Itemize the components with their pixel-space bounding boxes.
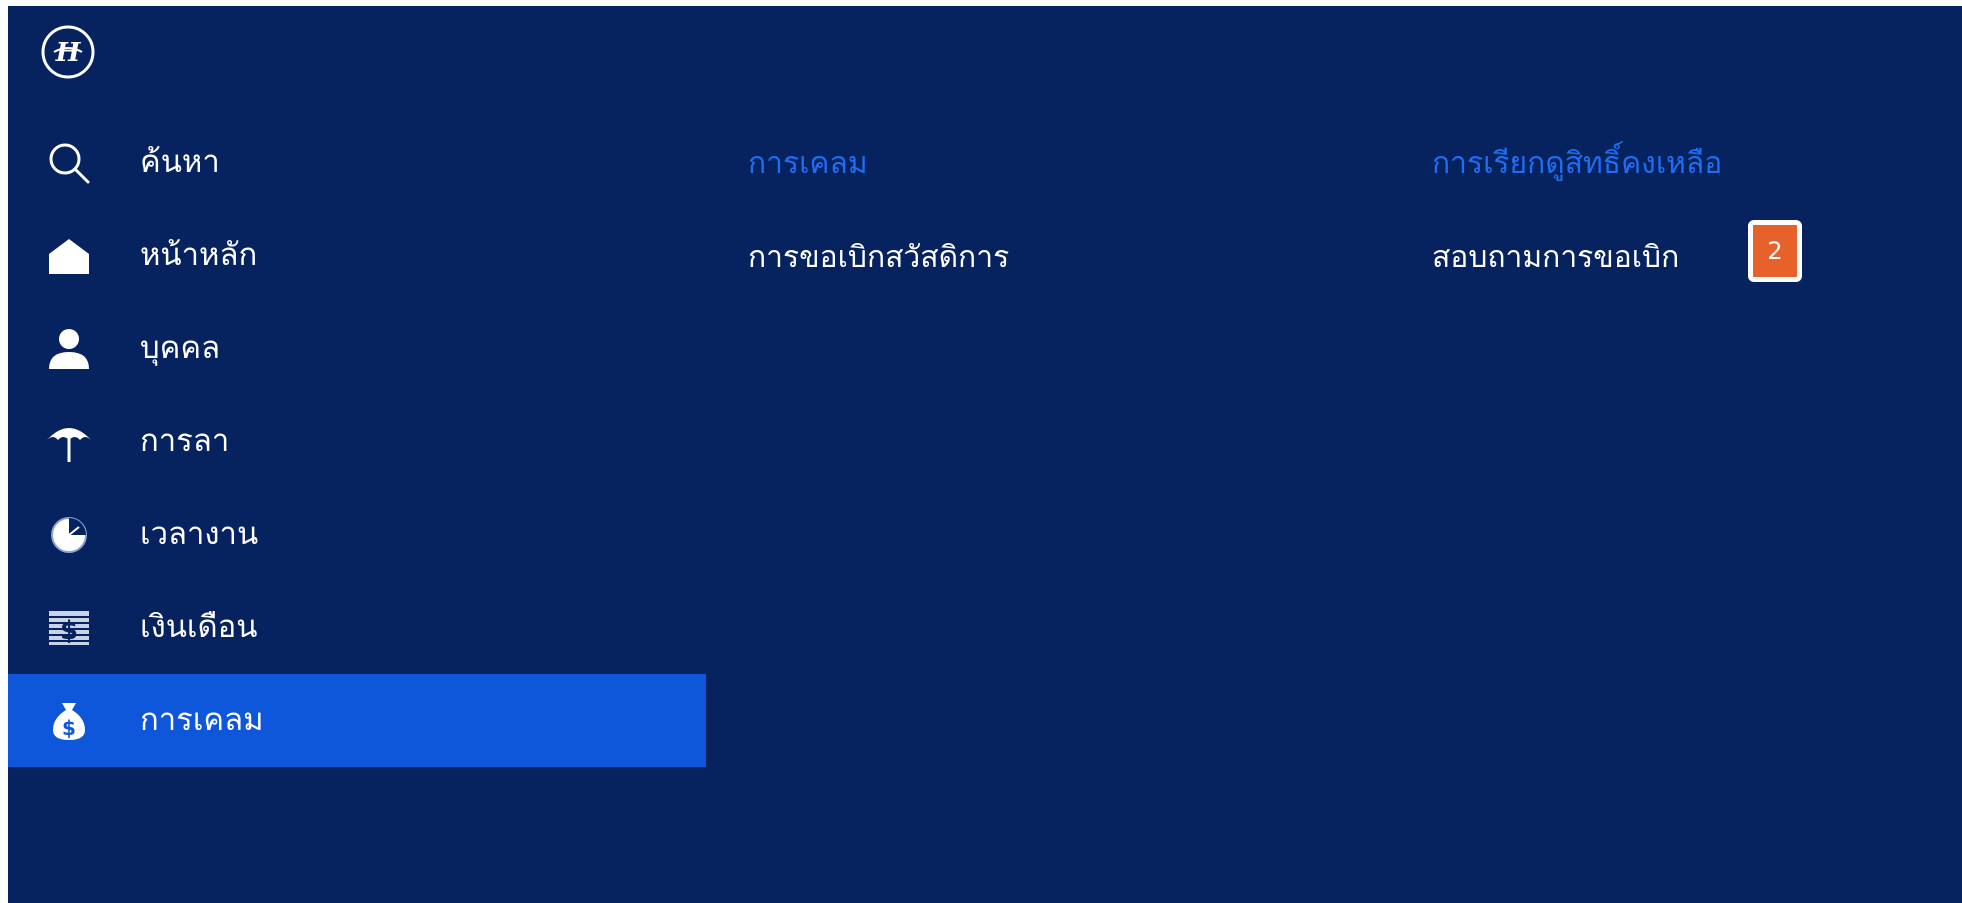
sidebar-item-salary[interactable]: $ เงินเดือน xyxy=(8,581,706,674)
sidebar-item-home[interactable]: หน้าหลัก xyxy=(8,209,706,302)
svg-text:H: H xyxy=(55,38,82,68)
section-title-remaining-entitlement: การเรียกดูสิทธิ์คงเหลือ xyxy=(1432,146,1723,181)
sidebar-item-label: เงินเดือน xyxy=(140,609,258,645)
sidebar-item-label: หน้าหลัก xyxy=(140,237,258,273)
home-icon xyxy=(44,231,94,281)
section-title-claim: การเคลม xyxy=(748,146,868,181)
salary-icon: $ xyxy=(44,603,94,653)
svg-text:$: $ xyxy=(62,716,76,740)
sidebar-item-search[interactable]: ค้นหา xyxy=(8,116,706,209)
company-logo-icon[interactable]: H xyxy=(38,22,98,82)
inquiry-request-link[interactable]: สอบถามการขอเบิก xyxy=(1432,234,1679,281)
sidebar-item-label: การลา xyxy=(140,423,230,459)
svg-text:$: $ xyxy=(60,616,78,646)
sidebar-item-label: บุคคล xyxy=(140,330,221,366)
sidebar-item-person[interactable]: บุคคล xyxy=(8,302,706,395)
sidebar-item-worktime[interactable]: เวลางาน xyxy=(8,488,706,581)
search-icon xyxy=(44,138,94,188)
sidebar-item-label: ค้นหา xyxy=(140,144,220,180)
umbrella-icon xyxy=(44,417,94,467)
sidebar-item-label: เวลางาน xyxy=(140,516,259,552)
sidebar: ค้นหา หน้าหลัก บุคคล การลา เวลางาน $ เงิ… xyxy=(8,116,706,767)
clock-icon xyxy=(44,510,94,560)
sidebar-item-label: การเคลม xyxy=(140,702,264,738)
money-bag-icon: $ xyxy=(44,696,94,746)
welfare-request-link[interactable]: การขอเบิกสวัสดิการ xyxy=(748,234,1009,281)
person-icon xyxy=(44,324,94,374)
notification-badge: 2 xyxy=(1748,220,1802,282)
sidebar-item-leave[interactable]: การลา xyxy=(8,395,706,488)
sidebar-item-claim[interactable]: $ การเคลม xyxy=(8,674,706,767)
app-window: H ค้นหา หน้าหลัก บุคคล การลา เวลางาน $ เ… xyxy=(8,6,1962,903)
